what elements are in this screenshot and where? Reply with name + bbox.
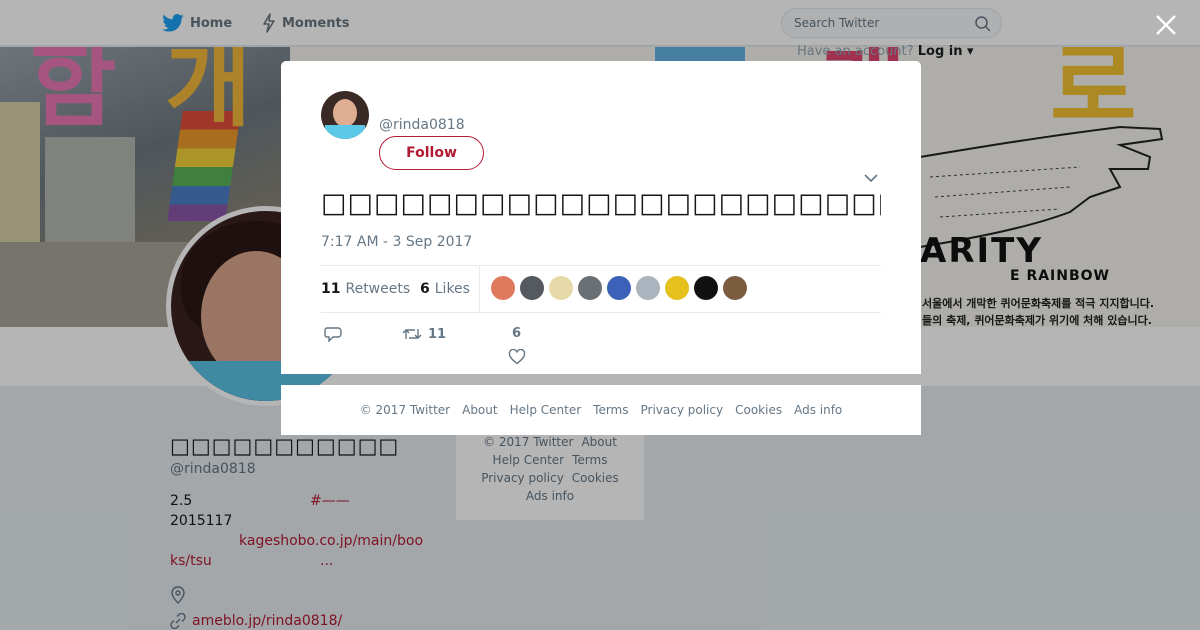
liker-avatar[interactable] bbox=[491, 276, 515, 300]
retweet-icon bbox=[402, 329, 422, 339]
footer-link[interactable]: Ads info bbox=[794, 403, 842, 417]
like-action-count: 6 bbox=[512, 326, 522, 341]
likes-stat[interactable]: 6 Likes bbox=[420, 266, 470, 312]
tweet-modal: @rinda0818 Follow □□□□□□□□□□□□□□□□□□□□□□… bbox=[281, 61, 921, 374]
stats-divider bbox=[479, 266, 480, 312]
retweets-stat[interactable]: 11 Retweets bbox=[321, 266, 410, 312]
likes-label: Likes bbox=[434, 281, 470, 297]
login-prompt-text: Have an account? bbox=[797, 44, 918, 59]
chevron-down-icon[interactable] bbox=[864, 173, 878, 183]
retweets-label: Retweets bbox=[345, 281, 411, 297]
liker-avatar[interactable] bbox=[578, 276, 602, 300]
liker-avatar[interactable] bbox=[520, 276, 544, 300]
tweet-timestamp[interactable]: 7:17 AM - 3 Sep 2017 bbox=[321, 234, 472, 250]
footer-link[interactable]: About bbox=[462, 403, 497, 417]
like-button[interactable] bbox=[508, 349, 526, 365]
tweet-text: □□□□□□□□□□□□□□□□□□□□□□□□□□□□□□□□□□□□□ bbox=[321, 188, 881, 219]
liker-avatar[interactable] bbox=[694, 276, 718, 300]
liker-avatar[interactable] bbox=[636, 276, 660, 300]
liker-avatar[interactable] bbox=[665, 276, 689, 300]
login-link[interactable]: Log in ▾ bbox=[918, 44, 974, 59]
tweet-author-avatar[interactable] bbox=[321, 91, 369, 139]
footer-copyright: © 2017 Twitter bbox=[359, 403, 451, 417]
modal-footer: © 2017 Twitter About Help Center Terms Priva… bbox=[281, 385, 921, 435]
liker-avatar[interactable] bbox=[549, 276, 573, 300]
retweet-action-count: 11 bbox=[428, 326, 447, 342]
tweet-stats: 11 Retweets 6 Likes bbox=[321, 265, 881, 313]
close-icon[interactable] bbox=[1153, 12, 1179, 38]
footer-link[interactable]: Terms bbox=[593, 403, 628, 417]
tweet-author-handle[interactable]: @rinda0818 bbox=[379, 117, 465, 133]
reply-icon bbox=[324, 327, 342, 342]
login-prompt: Have an account? Log in ▾ bbox=[797, 44, 974, 59]
footer-link[interactable]: Privacy policy bbox=[641, 403, 724, 417]
liker-avatar[interactable] bbox=[723, 276, 747, 300]
reply-button[interactable] bbox=[324, 326, 342, 342]
follow-button[interactable]: Follow bbox=[379, 136, 484, 170]
footer-link[interactable]: Cookies bbox=[735, 403, 782, 417]
footer-link[interactable]: Help Center bbox=[510, 403, 582, 417]
likers-avatars bbox=[491, 276, 747, 300]
heart-icon bbox=[508, 349, 526, 365]
retweets-count: 11 bbox=[321, 281, 341, 297]
liker-avatar[interactable] bbox=[607, 276, 631, 300]
retweet-button[interactable]: 11 bbox=[402, 326, 446, 342]
likes-count: 6 bbox=[420, 281, 430, 297]
